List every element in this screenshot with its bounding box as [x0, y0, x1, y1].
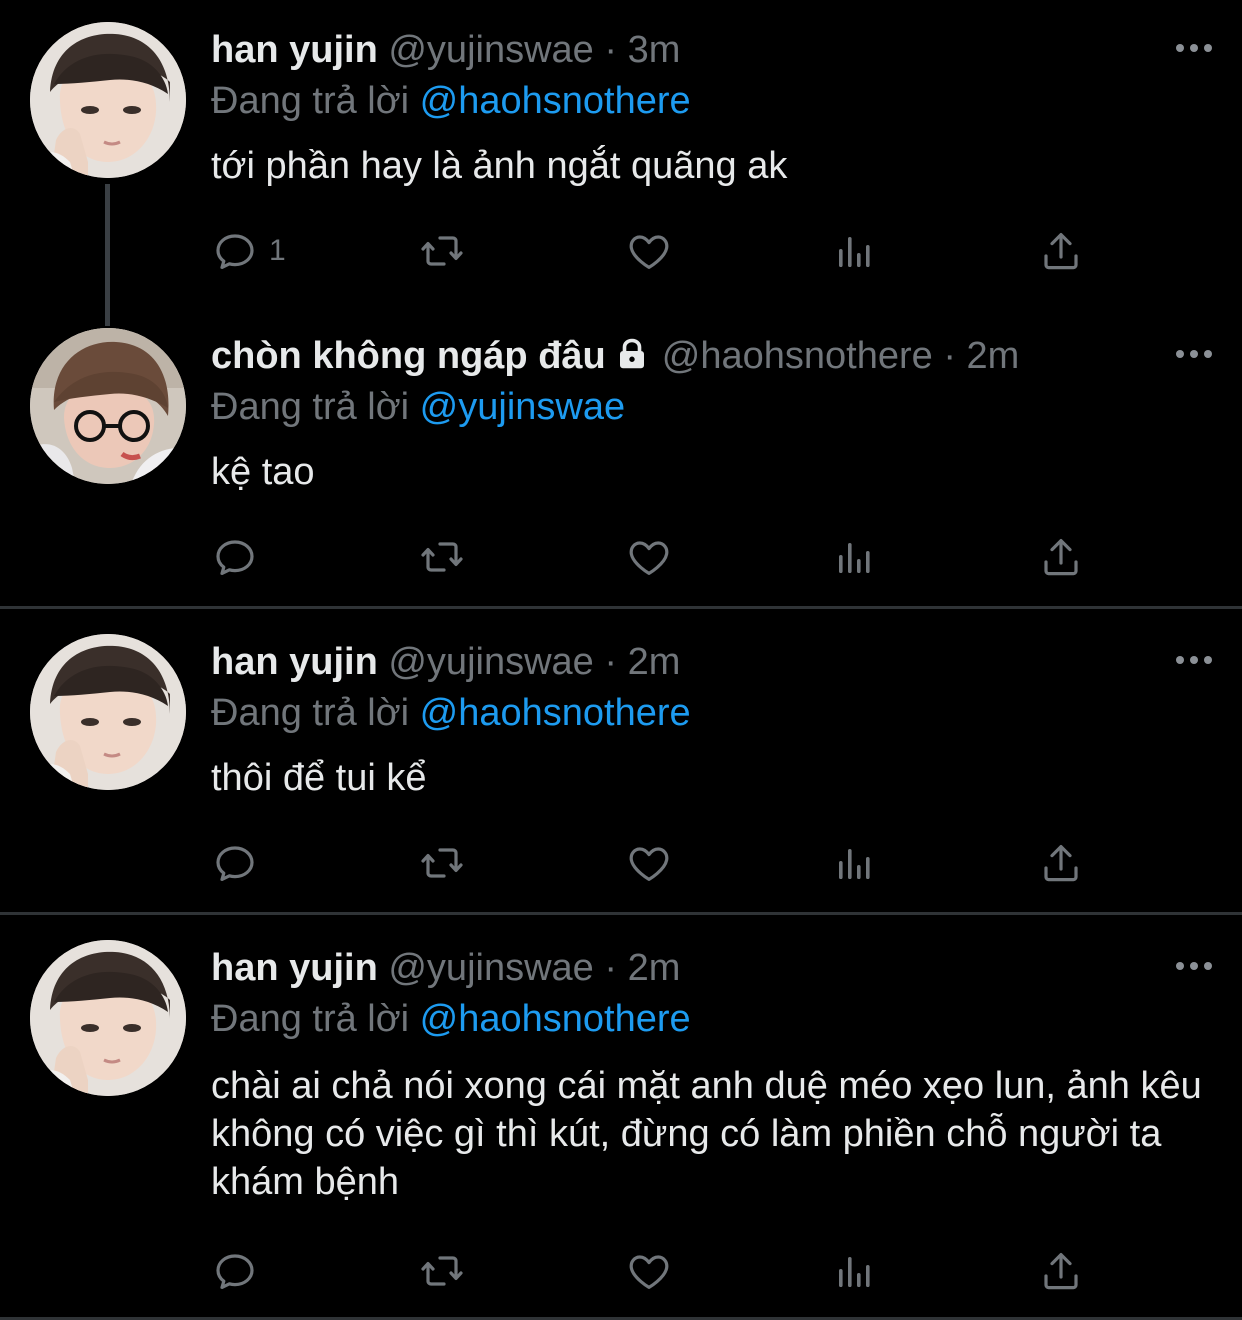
handle[interactable]: @yujinswae: [388, 947, 593, 989]
reply-prefix: Đang trả lời: [211, 80, 410, 122]
reply-icon: [211, 227, 259, 275]
share-button[interactable]: [1037, 838, 1085, 888]
lock-icon: [614, 336, 650, 372]
display-name[interactable]: han yujin: [211, 641, 378, 683]
timestamp[interactable]: · 2m: [604, 641, 680, 683]
divider: [0, 606, 1242, 609]
heart-icon: [625, 533, 673, 581]
views-button[interactable]: [831, 226, 879, 276]
retweet-button[interactable]: [418, 226, 466, 276]
retweet-button[interactable]: [418, 1246, 466, 1296]
reply-mention[interactable]: @haohsnothere: [420, 692, 691, 734]
reply-icon: [211, 533, 259, 581]
retweet-button[interactable]: [418, 532, 466, 582]
views-button[interactable]: [831, 1246, 879, 1296]
reply-icon: [211, 839, 259, 887]
share-button[interactable]: [1037, 226, 1085, 276]
retweet-icon: [418, 839, 466, 887]
more-icon[interactable]: [1174, 344, 1214, 364]
timestamp[interactable]: · 3m: [604, 29, 680, 71]
reply-count: 1: [269, 234, 286, 267]
tweet-text: thôi để tui kể: [211, 757, 427, 799]
tweet-2[interactable]: chòn không ngáp đâu @haohsnothere · 2m Đa…: [0, 306, 1242, 606]
action-bar: [211, 1246, 1111, 1296]
views-button[interactable]: [831, 532, 879, 582]
retweet-button[interactable]: [418, 838, 466, 888]
tweet-4[interactable]: han yujin @yujinswae · 2m Đang trả lời @…: [0, 918, 1242, 1318]
tweet-header: han yujin @yujinswae · 3m: [211, 27, 680, 73]
reply-mention[interactable]: @haohsnothere: [420, 80, 691, 122]
reply-prefix: Đang trả lời: [211, 692, 410, 734]
display-name[interactable]: chòn không ngáp đâu: [211, 335, 606, 377]
display-name[interactable]: han yujin: [211, 947, 378, 989]
heart-icon: [625, 227, 673, 275]
handle[interactable]: @haohsnothere: [662, 335, 933, 377]
avatar[interactable]: [30, 940, 186, 1096]
handle[interactable]: @yujinswae: [388, 641, 593, 683]
reply-prefix: Đang trả lời: [211, 386, 410, 428]
reply-icon: [211, 1247, 259, 1295]
replying-to: Đang trả lời @haohsnothere: [211, 996, 691, 1042]
action-bar: [211, 532, 1111, 582]
like-button[interactable]: [625, 1246, 673, 1296]
reply-mention[interactable]: @haohsnothere: [420, 998, 691, 1040]
like-button[interactable]: [625, 532, 673, 582]
tweet-3[interactable]: han yujin @yujinswae · 2m Đang trả lời @…: [0, 612, 1242, 912]
avatar-image: [30, 940, 186, 1096]
tweet-text: kệ tao: [211, 451, 315, 493]
heart-icon: [625, 839, 673, 887]
views-icon: [831, 839, 879, 887]
replying-to: Đang trả lời @yujinswae: [211, 384, 625, 430]
avatar-image: [30, 22, 186, 178]
avatar[interactable]: [30, 22, 186, 178]
tweet-header: han yujin @yujinswae · 2m: [211, 945, 680, 991]
avatar-image: [30, 328, 186, 484]
tweet-text: chài ai chả nói xong cái mặt anh duệ méo…: [211, 1065, 1202, 1203]
heart-icon: [625, 1247, 673, 1295]
avatar-image: [30, 634, 186, 790]
action-bar: [211, 838, 1111, 888]
retweet-icon: [418, 533, 466, 581]
tweet-header: chòn không ngáp đâu @haohsnothere · 2m: [211, 333, 1019, 379]
replying-to: Đang trả lời @haohsnothere: [211, 78, 691, 124]
reply-button[interactable]: 1: [211, 226, 286, 276]
share-button[interactable]: [1037, 1246, 1085, 1296]
like-button[interactable]: [625, 226, 673, 276]
tweet-text: tới phần hay là ảnh ngắt quãng ak: [211, 145, 788, 187]
like-button[interactable]: [625, 838, 673, 888]
reply-button[interactable]: [211, 532, 259, 582]
reply-prefix: Đang trả lời: [211, 998, 410, 1040]
more-icon[interactable]: [1174, 650, 1214, 670]
more-icon[interactable]: [1174, 956, 1214, 976]
action-bar: 1: [211, 226, 1111, 276]
divider: [0, 912, 1242, 915]
share-icon: [1037, 839, 1085, 887]
tweet-header: han yujin @yujinswae · 2m: [211, 639, 680, 685]
share-icon: [1037, 533, 1085, 581]
avatar[interactable]: [30, 634, 186, 790]
retweet-icon: [418, 227, 466, 275]
views-icon: [831, 227, 879, 275]
reply-mention[interactable]: @yujinswae: [420, 386, 625, 428]
timestamp[interactable]: · 2m: [943, 335, 1019, 377]
share-icon: [1037, 1247, 1085, 1295]
share-icon: [1037, 227, 1085, 275]
retweet-icon: [418, 1247, 466, 1295]
views-icon: [831, 533, 879, 581]
views-button[interactable]: [831, 838, 879, 888]
tweet-1[interactable]: han yujin @yujinswae · 3m Đang trả lời @…: [0, 0, 1242, 306]
replying-to: Đang trả lời @haohsnothere: [211, 690, 691, 736]
share-button[interactable]: [1037, 532, 1085, 582]
handle[interactable]: @yujinswae: [388, 29, 593, 71]
reply-button[interactable]: [211, 1246, 259, 1296]
avatar[interactable]: [30, 328, 186, 484]
display-name[interactable]: han yujin: [211, 29, 378, 71]
views-icon: [831, 1247, 879, 1295]
more-icon[interactable]: [1174, 38, 1214, 58]
timestamp[interactable]: · 2m: [604, 947, 680, 989]
reply-button[interactable]: [211, 838, 259, 888]
